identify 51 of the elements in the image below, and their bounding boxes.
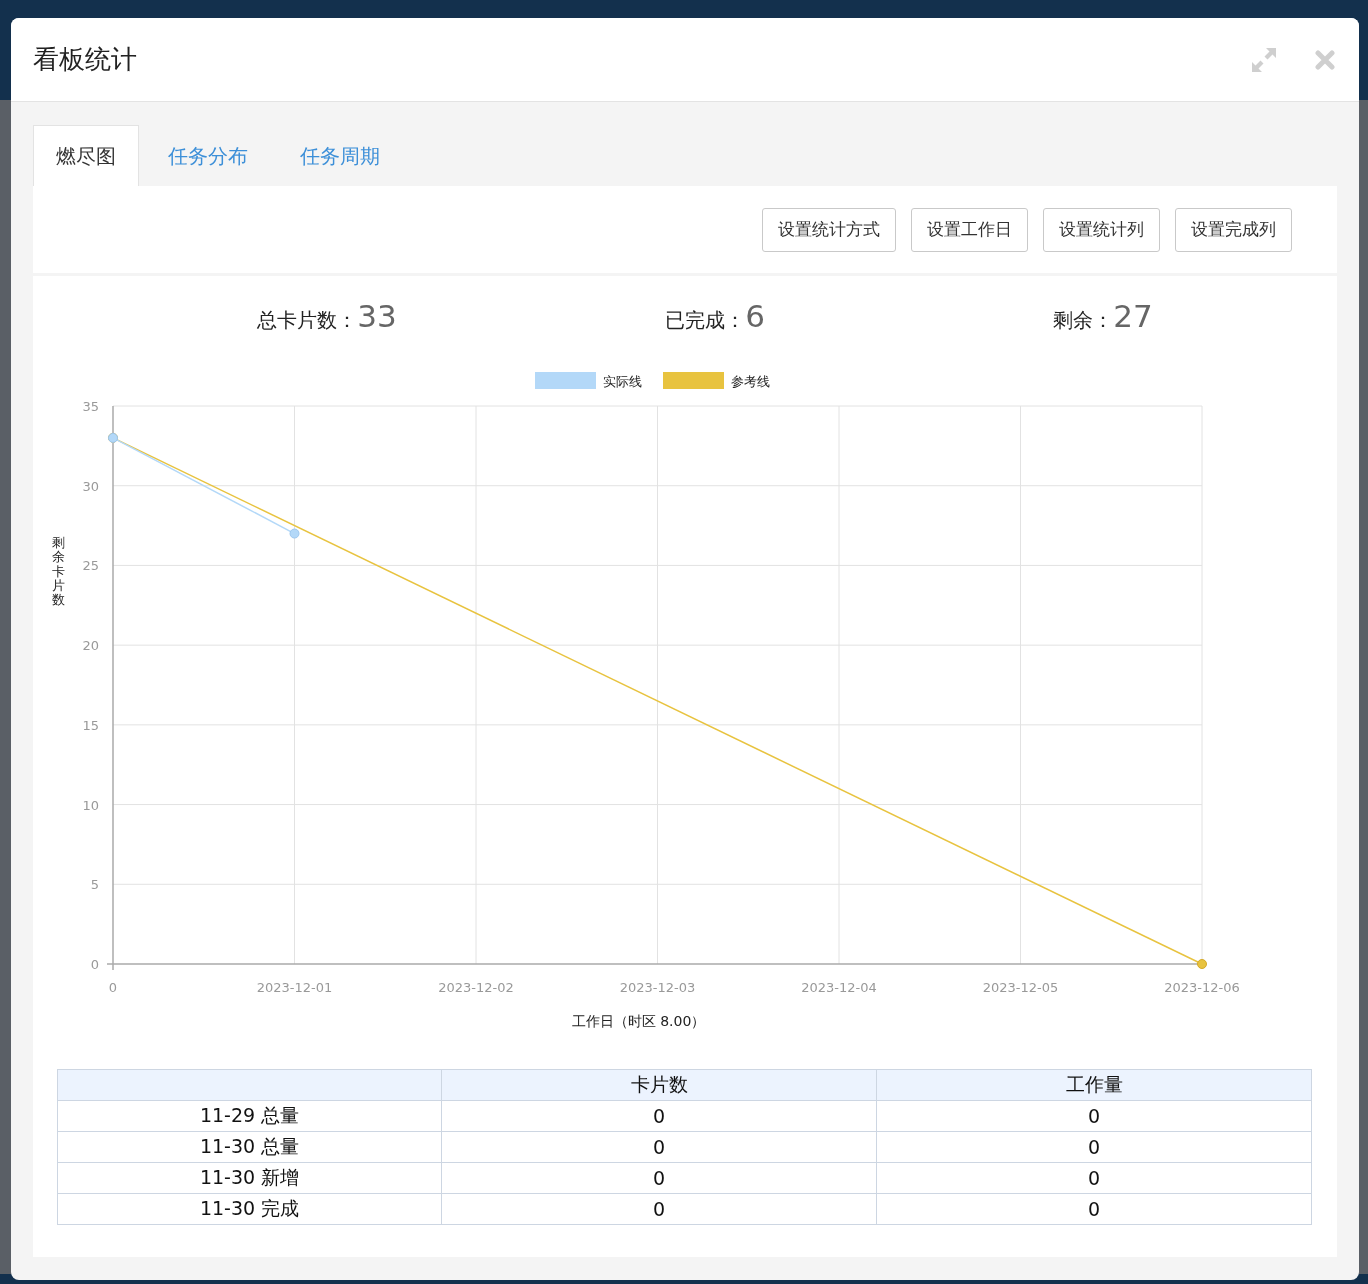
settings-button[interactable]: 设置统计列: [1043, 207, 1160, 252]
stat-label: 总卡片数：: [257, 307, 358, 334]
stat-value: 27: [1113, 298, 1153, 334]
y-tick-label: 10: [82, 797, 99, 813]
data-point: [1197, 959, 1207, 969]
stat-label: 剩余：: [1053, 307, 1114, 334]
close-icon: [1315, 49, 1335, 70]
y-axis-title: 剩余卡片数: [52, 536, 65, 610]
x-tick-label: 2023-12-06: [1164, 980, 1240, 995]
x-tick-label: 2023-12-04: [801, 980, 877, 995]
close-button[interactable]: [1315, 49, 1335, 70]
data-point: [289, 528, 300, 539]
table-cell: 0: [441, 1162, 877, 1194]
settings-button[interactable]: 设置完成列: [1175, 207, 1292, 252]
table-cell: 0: [441, 1193, 877, 1225]
window-title: 看板统计: [33, 43, 138, 76]
y-tick-label: 0: [90, 957, 99, 972]
legend-label: 参考线: [731, 374, 770, 389]
stat-label: 已完成：: [665, 307, 746, 334]
y-tick-label: 15: [82, 717, 99, 733]
tab[interactable]: 燃尽图: [33, 125, 139, 186]
table-cell: 0: [441, 1131, 877, 1163]
y-tick-label: 35: [82, 399, 99, 414]
table-cell: 11-29 总量: [57, 1100, 442, 1132]
column-header: 工作量: [876, 1069, 1312, 1101]
x-tick-label: 2023-12-02: [438, 980, 514, 995]
table-cell: 0: [876, 1100, 1312, 1132]
x-tick-label: 0: [108, 980, 118, 995]
stat-value: 33: [357, 298, 397, 334]
y-tick-label: 30: [82, 478, 99, 494]
x-tick-label: 2023-12-03: [619, 980, 696, 995]
legend-label: 实际线: [603, 374, 642, 389]
y-tick-label: 25: [82, 558, 99, 574]
settings-button[interactable]: 设置工作日: [911, 207, 1028, 252]
y-tick-label: 5: [90, 877, 99, 893]
x-tick-label: 2023-12-01: [256, 980, 333, 995]
x-axis-title: 工作日（时区 8.00）: [571, 1013, 706, 1029]
table-cell: 0: [441, 1100, 877, 1132]
fullscreen-button[interactable]: [1251, 46, 1277, 73]
column-header: 卡片数: [441, 1069, 877, 1101]
x-tick-label: 2023-12-05: [982, 980, 1059, 995]
table-cell: 11-30 总量: [57, 1131, 442, 1163]
table-cell: 11-30 完成: [57, 1193, 442, 1225]
table-cell: 0: [876, 1162, 1312, 1194]
stat-value: 6: [745, 298, 765, 334]
table-cell: 0: [876, 1131, 1312, 1163]
table-cell: 11-30 新增: [57, 1162, 442, 1194]
table-cell: 0: [876, 1193, 1312, 1225]
expand-icon: [1251, 46, 1277, 73]
y-tick-label: 20: [82, 638, 99, 654]
settings-button[interactable]: 设置统计方式: [762, 207, 896, 252]
